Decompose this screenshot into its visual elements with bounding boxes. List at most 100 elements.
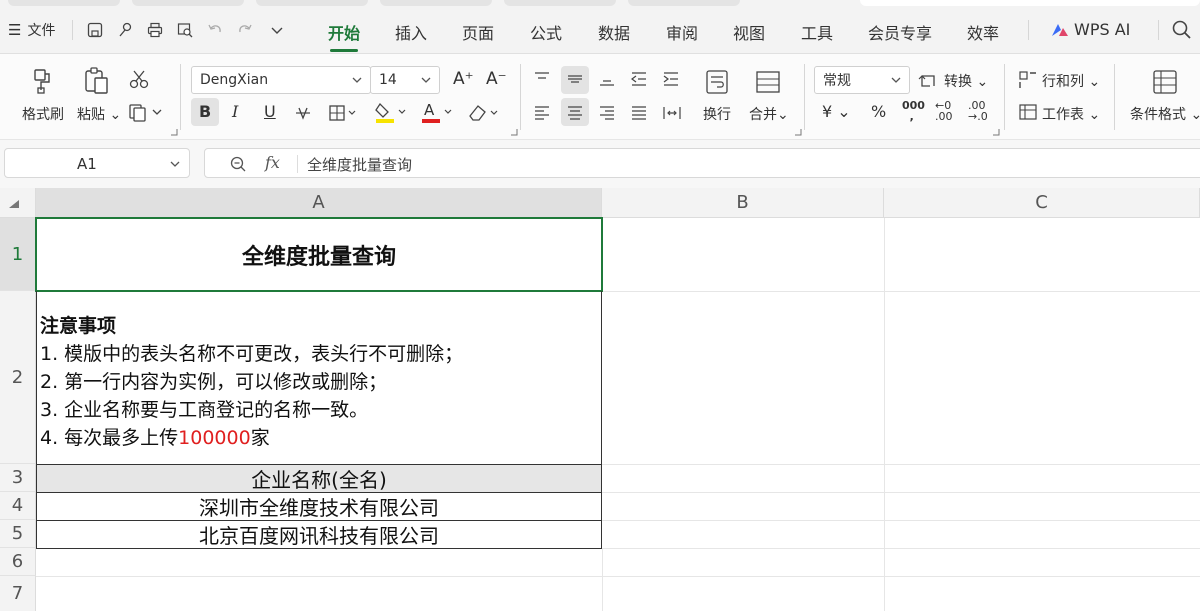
gridline (602, 520, 1200, 521)
window-tab-strip (504, 0, 616, 6)
align-top-icon[interactable] (532, 70, 552, 88)
underline-button[interactable]: U (264, 102, 276, 121)
wrap-text-label[interactable]: 换行 (703, 104, 731, 124)
bold-button[interactable]: B (199, 102, 211, 121)
align-center-icon[interactable] (565, 104, 585, 122)
tab-efficiency[interactable]: 效率 (967, 20, 999, 44)
convert-icon[interactable] (918, 70, 940, 90)
dialog-launcher-icon[interactable] (794, 128, 802, 136)
dialog-launcher-icon[interactable] (170, 128, 178, 136)
currency-button[interactable]: ¥ ⌄ (822, 102, 851, 121)
justify-icon[interactable] (629, 104, 649, 122)
format-painter-icon[interactable] (30, 68, 54, 94)
tab-home[interactable]: 开始 (328, 20, 360, 52)
tab-page[interactable]: 页面 (462, 20, 494, 44)
row-header-4[interactable]: 4 (0, 492, 36, 520)
tab-review[interactable]: 审阅 (666, 20, 698, 44)
decrease-decimal-button[interactable]: .00 →.0 (968, 100, 988, 122)
dialog-launcher-icon[interactable] (992, 128, 1000, 136)
row-header-7[interactable]: 7 (0, 576, 36, 611)
print-icon[interactable] (144, 19, 166, 41)
font-color-icon[interactable]: A (420, 100, 456, 124)
cell-a3-header[interactable]: 企业名称(全名) (36, 465, 602, 492)
row-column-label[interactable]: 行和列 ⌄ (1042, 71, 1100, 91)
copy-icon[interactable] (128, 101, 164, 123)
align-middle-icon[interactable] (565, 70, 585, 88)
tab-data[interactable]: 数据 (598, 20, 630, 44)
share-icon[interactable] (114, 19, 136, 41)
chevron-down-icon[interactable] (266, 19, 288, 41)
column-header-c[interactable]: C (884, 188, 1200, 218)
zoom-icon[interactable] (229, 155, 247, 173)
formula-input[interactable]: fx 全维度批量查询 (204, 148, 1200, 178)
merge-cells-label[interactable]: 合并⌄ (749, 104, 789, 124)
row-header-6[interactable]: 6 (0, 548, 36, 576)
tab-member[interactable]: 会员专享 (868, 20, 932, 44)
wrap-text-icon[interactable] (704, 68, 730, 96)
search-icon[interactable] (1170, 18, 1194, 42)
conditional-format-label[interactable]: 条件格式 ⌄ (1130, 104, 1200, 124)
tab-insert[interactable]: 插入 (395, 20, 427, 44)
cell-a4[interactable]: 深圳市全维度技术有限公司 (36, 493, 602, 520)
name-box-value: A1 (77, 155, 97, 173)
row-header-5[interactable]: 5 (0, 520, 36, 548)
row-header-3[interactable]: 3 (0, 464, 36, 492)
decrease-indent-icon[interactable] (629, 70, 649, 88)
clear-format-icon[interactable] (466, 102, 502, 124)
decrease-font-icon[interactable]: A⁻ (486, 69, 507, 89)
merge-cells-icon[interactable] (754, 68, 782, 96)
name-box[interactable]: A1 (4, 148, 190, 178)
cut-icon[interactable] (128, 68, 150, 90)
svg-text:A: A (424, 101, 435, 119)
increase-font-icon[interactable]: A⁺ (453, 69, 474, 89)
redo-icon[interactable] (234, 19, 256, 41)
fill-color-icon[interactable] (374, 100, 410, 124)
format-painter-label[interactable]: 格式刷 (22, 104, 64, 124)
chevron-down-icon (352, 77, 362, 83)
selection-outline (35, 217, 603, 292)
conditional-format-icon[interactable] (1152, 68, 1178, 96)
wps-ai-button[interactable]: WPS AI (1050, 20, 1130, 39)
worksheet-label[interactable]: 工作表 ⌄ (1042, 104, 1100, 124)
tab-tools[interactable]: 工具 (801, 20, 833, 44)
paste-label[interactable]: 粘贴 ⌄ (77, 104, 121, 124)
number-format-select[interactable]: 常规 (814, 66, 910, 94)
currency-text: ¥ (822, 102, 833, 121)
align-left-icon[interactable] (532, 104, 552, 122)
fx-icon[interactable]: fx (265, 153, 280, 172)
borders-icon[interactable] (328, 104, 358, 122)
convert-label[interactable]: 转换 ⌄ (944, 71, 988, 91)
divider (1114, 64, 1115, 130)
row-header-1[interactable]: 1 (0, 218, 36, 291)
gridline (602, 492, 1200, 493)
font-name-select[interactable]: DengXian (191, 66, 371, 94)
align-right-icon[interactable] (597, 104, 617, 122)
undo-icon[interactable] (204, 19, 226, 41)
file-menu[interactable]: ☰ 文件 (8, 20, 55, 40)
row-column-icon[interactable] (1018, 70, 1038, 90)
strikethrough-icon[interactable] (294, 104, 312, 122)
italic-button[interactable]: I (232, 102, 238, 121)
font-size-value: 14 (379, 72, 397, 88)
row-header-2[interactable]: 2 (0, 291, 36, 464)
thousands-separator-button[interactable]: 000 , (902, 100, 925, 122)
print-preview-icon[interactable] (174, 19, 196, 41)
font-size-select[interactable]: 14 (370, 66, 440, 94)
divider (520, 64, 521, 130)
paste-icon[interactable] (82, 66, 110, 96)
increase-indent-icon[interactable] (661, 70, 681, 88)
select-all-corner[interactable] (0, 188, 36, 218)
file-menu-label: 文件 (27, 23, 56, 39)
column-header-a[interactable]: A (36, 188, 602, 218)
percent-button[interactable]: % (871, 102, 886, 121)
cell-a5[interactable]: 北京百度网讯科技有限公司 (36, 521, 602, 548)
align-bottom-icon[interactable] (597, 70, 617, 88)
save-icon[interactable] (84, 19, 106, 41)
tab-view[interactable]: 视图 (733, 20, 765, 44)
column-header-b[interactable]: B (602, 188, 884, 218)
increase-decimal-button[interactable]: ←0.00 (935, 100, 953, 122)
worksheet-icon[interactable] (1018, 102, 1038, 122)
dialog-launcher-icon[interactable] (510, 128, 518, 136)
tab-formula[interactable]: 公式 (530, 20, 562, 44)
distributed-align-icon[interactable] (661, 104, 683, 122)
